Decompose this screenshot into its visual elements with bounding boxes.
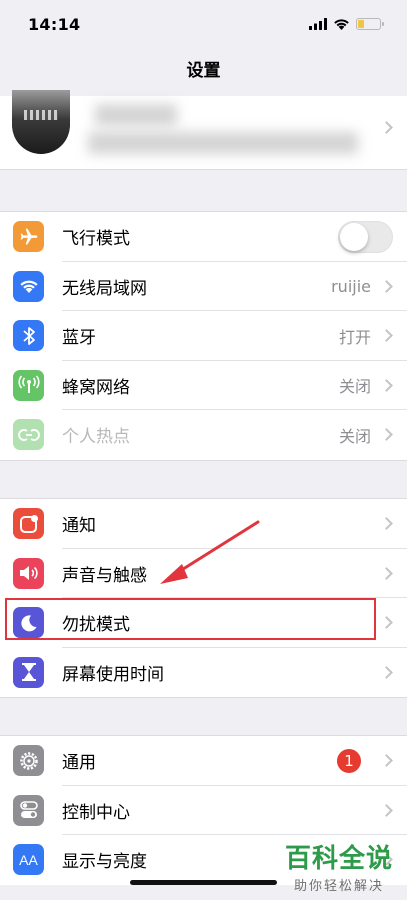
toggle-knob xyxy=(340,223,368,251)
chevron-right-icon xyxy=(380,329,393,342)
blurred-subtitle xyxy=(88,132,358,154)
wifi-status-icon xyxy=(334,19,349,30)
row-label: 通知 xyxy=(62,516,96,537)
update-badge: 1 xyxy=(337,749,361,773)
row-label: 控制中心 xyxy=(62,802,130,823)
page-title: 设置 xyxy=(186,61,221,81)
row-general[interactable]: 通用 1 xyxy=(0,736,407,786)
wifi-icon xyxy=(13,270,44,302)
annotation-arrow-icon xyxy=(160,520,260,584)
chevron-right-icon xyxy=(380,279,393,293)
bluetooth-icon xyxy=(13,320,44,351)
status-bar: 14:14 xyxy=(0,0,407,48)
hourglass-icon xyxy=(13,656,44,688)
blurred-name xyxy=(95,104,177,126)
chevron-right-icon xyxy=(380,803,393,817)
speaker-icon xyxy=(13,557,44,589)
chevron-right-icon xyxy=(380,665,393,679)
home-indicator[interactable] xyxy=(130,880,277,885)
chevron-right-icon xyxy=(380,566,393,580)
watermark-title: 百科全说 xyxy=(284,844,393,874)
row-airplane-mode[interactable]: 飞行模式 xyxy=(0,212,407,262)
row-label: 无线局域网 xyxy=(62,278,147,299)
status-icons xyxy=(309,18,384,30)
chevron-right-icon xyxy=(380,517,393,530)
chevron-right-icon xyxy=(380,754,393,767)
chevron-right-icon xyxy=(380,428,393,441)
row-value: 关闭 xyxy=(338,426,371,446)
annotation-highlight-box xyxy=(5,598,376,640)
airplane-icon xyxy=(13,221,44,252)
battery-icon xyxy=(356,18,384,30)
apple-id-profile-row[interactable] xyxy=(0,90,407,170)
row-screen-time[interactable]: 屏幕使用时间 xyxy=(0,648,407,698)
watermark-subtitle: 助你轻松解决 xyxy=(293,879,384,894)
row-control-center[interactable]: 控制中心 xyxy=(0,786,407,835)
row-label: 蜂窝网络 xyxy=(62,377,130,398)
row-label: 个人热点 xyxy=(62,427,130,448)
status-time: 14:14 xyxy=(28,14,81,34)
row-label: 通用 xyxy=(62,753,96,774)
row-label: 屏幕使用时间 xyxy=(62,664,164,685)
row-bluetooth[interactable]: 蓝牙 打开 xyxy=(0,311,407,361)
gear-icon xyxy=(13,745,44,776)
notifications-icon xyxy=(13,508,44,539)
row-value: 关闭 xyxy=(338,377,371,397)
cellular-signal-icon xyxy=(309,18,327,30)
row-label: 显示与亮度 xyxy=(62,852,147,873)
row-cellular[interactable]: 蜂窝网络 关闭 xyxy=(0,361,407,410)
airplane-mode-toggle[interactable] xyxy=(338,221,393,253)
row-label: 蓝牙 xyxy=(62,328,96,349)
row-label: 声音与触感 xyxy=(62,565,147,586)
row-label: 飞行模式 xyxy=(62,229,130,250)
avatar xyxy=(12,90,70,154)
row-value: ruijie xyxy=(331,276,371,296)
aa-icon: AA xyxy=(13,844,44,875)
connectivity-group: 飞行模式 无线局域网 ruijie 蓝牙 打开 蜂窝网络 关闭 个人热点 关闭 xyxy=(0,211,407,461)
switches-icon xyxy=(13,794,44,826)
watermark: 百科全说 助你轻松解决 xyxy=(285,838,393,894)
antenna-icon xyxy=(13,369,44,401)
chevron-right-icon xyxy=(380,378,393,392)
row-value: 打开 xyxy=(338,327,371,347)
chevron-right-icon xyxy=(380,121,393,134)
battery-level xyxy=(358,20,365,28)
chevron-right-icon xyxy=(380,616,393,629)
hotspot-icon xyxy=(13,419,44,450)
row-wifi[interactable]: 无线局域网 ruijie xyxy=(0,262,407,311)
aa-icon-text: AA xyxy=(19,851,38,868)
row-personal-hotspot[interactable]: 个人热点 关闭 xyxy=(0,410,407,460)
